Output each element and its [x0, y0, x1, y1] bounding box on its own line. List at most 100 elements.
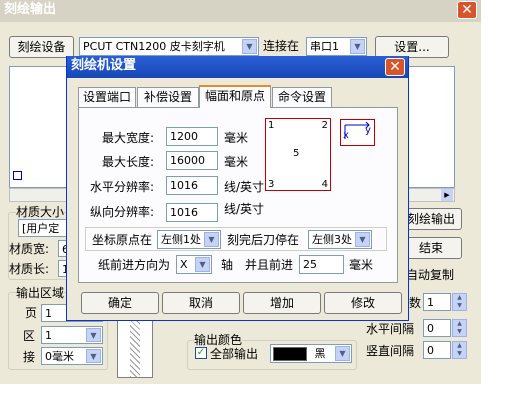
- area-label: 区: [23, 329, 36, 343]
- v-spacing-input[interactable]: 0: [423, 341, 451, 359]
- main-close-button[interactable]: ✕: [457, 1, 477, 19]
- h-spacing-input[interactable]: 0: [423, 319, 451, 337]
- page-label: 页: [25, 306, 38, 320]
- material-length-label: 材质长:: [9, 262, 50, 276]
- chevron-down-icon[interactable]: ▼: [350, 39, 365, 54]
- corner-3: 3: [268, 179, 275, 190]
- v-res-label: 纵向分辨率:: [90, 205, 155, 219]
- max-width-unit: 毫米: [224, 131, 249, 145]
- seam-value: 0毫米: [45, 350, 74, 363]
- origin-label: 坐标原点在: [92, 233, 153, 247]
- dialog-title-bar: 刻绘机设置: [67, 56, 408, 78]
- h-spacing-spinner[interactable]: ▲ ▼: [452, 319, 467, 337]
- feed-dir-value: X: [180, 258, 188, 271]
- v-res-value: 1016: [170, 206, 198, 219]
- color-select[interactable]: 黑 ▼: [270, 344, 352, 363]
- axis-label: 轴: [221, 258, 234, 272]
- device-button[interactable]: 刻绘设备: [9, 36, 74, 58]
- color-swatch: [273, 347, 307, 361]
- modify-button[interactable]: 修改: [324, 292, 402, 314]
- advance-label: 并且前进: [245, 258, 294, 272]
- device-select[interactable]: PCUT CTN1200 皮卡刻字机 ▼: [79, 37, 259, 56]
- area-value: 1: [45, 329, 52, 342]
- chevron-down-icon[interactable]: ▼: [86, 328, 101, 342]
- stop-select[interactable]: 左侧3处 ▼: [308, 230, 372, 249]
- max-width-input[interactable]: 1200: [166, 127, 218, 146]
- h-res-unit: 线/英寸: [224, 180, 265, 194]
- h-res-input[interactable]: 1016: [166, 176, 218, 195]
- v-spacing-spinner[interactable]: ▲ ▼: [452, 341, 467, 359]
- axis-y-label: y: [365, 125, 371, 136]
- max-length-unit: 毫米: [224, 155, 249, 169]
- copies-spinner[interactable]: ▲ ▼: [452, 293, 467, 311]
- chevron-down-icon[interactable]: ▼: [242, 39, 257, 54]
- auto-copy-label[interactable]: 自动复制: [406, 268, 454, 282]
- hatched-preview: [117, 316, 153, 378]
- seam-select[interactable]: 0毫米 ▼: [41, 347, 103, 365]
- cancel-button[interactable]: 取消: [162, 292, 240, 314]
- max-width-label: 最大宽度:: [102, 131, 155, 145]
- material-select[interactable]: [用户定: [18, 219, 70, 237]
- material-group-title: 材质大小: [16, 205, 65, 219]
- h-res-label: 水平分辨率:: [90, 180, 155, 194]
- v-spacing-value: 0: [427, 344, 434, 357]
- advance-unit: 毫米: [349, 258, 374, 272]
- advance-value: 25: [303, 258, 317, 271]
- axis-x-label: x: [343, 130, 349, 141]
- all-output-checkbox[interactable]: ✓: [195, 347, 207, 359]
- corner-diagram: 1 2 3 4 5: [265, 118, 331, 191]
- v-spacing-label: 竖直间隔: [366, 344, 415, 358]
- v-res-unit: 线/英寸: [224, 202, 265, 216]
- settings-button[interactable]: 设置...: [375, 36, 449, 58]
- chevron-down-icon[interactable]: ▼: [355, 232, 370, 247]
- scroll-right-icon[interactable]: ▶: [441, 189, 453, 201]
- corner-2: 2: [321, 120, 328, 131]
- engrave-output-button[interactable]: 刻绘输出: [400, 208, 462, 230]
- chevron-down-icon[interactable]: ▼: [204, 232, 219, 247]
- max-length-label: 最大长度:: [102, 155, 155, 169]
- main-title: 刻绘输出: [4, 2, 57, 17]
- chevron-down-icon[interactable]: ▼: [335, 346, 350, 361]
- advance-input[interactable]: 25: [299, 255, 344, 274]
- tab-compensation[interactable]: 补偿设置: [137, 87, 199, 107]
- feed-dir-select[interactable]: X ▼: [176, 255, 212, 274]
- chevron-down-icon[interactable]: ▼: [86, 349, 101, 363]
- feed-dir-label: 纸前进方向为: [98, 258, 171, 272]
- dialog-title: 刻绘机设置: [71, 58, 137, 73]
- area-select[interactable]: 1 ▼: [41, 326, 103, 344]
- output-area-group-title: 输出区域: [16, 286, 65, 300]
- corner-4: 4: [321, 179, 328, 190]
- output-color-group-title: 输出颜色: [194, 333, 243, 347]
- connect-label: 连接在: [263, 39, 300, 53]
- stop-label: 刻完后刀停在: [227, 233, 300, 247]
- axis-preview: x y: [340, 119, 375, 146]
- max-length-input[interactable]: 16000: [166, 151, 218, 170]
- origin-select[interactable]: 左侧1处 ▼: [157, 230, 221, 249]
- copies-label: 数: [409, 296, 422, 310]
- chevron-down-icon[interactable]: ▼: [195, 257, 210, 272]
- copies-input[interactable]: 1: [423, 293, 451, 311]
- device-select-value: PCUT CTN1200 皮卡刻字机: [83, 40, 225, 53]
- main-title-bar: 刻绘输出: [0, 0, 481, 22]
- seam-label: 接: [23, 350, 36, 364]
- end-button[interactable]: 结束: [400, 237, 462, 259]
- confirm-button[interactable]: 确定: [81, 292, 159, 314]
- dialog-close-button[interactable]: ✕: [385, 58, 405, 76]
- tab-size-origin[interactable]: 幅面和原点: [199, 85, 271, 108]
- origin-select-value: 左侧1处: [161, 233, 201, 246]
- settings-dialog: 刻绘机设置 ✕ 设置端口 补偿设置 幅面和原点 命令设置 最大宽度: 1200 …: [66, 56, 409, 321]
- v-res-input[interactable]: 1016: [166, 203, 218, 222]
- h-res-value: 1016: [170, 179, 198, 192]
- port-select[interactable]: 串口1 ▼: [306, 37, 367, 56]
- close-icon: ✕: [389, 59, 401, 75]
- page-value: 1: [45, 307, 52, 320]
- h-spacing-value: 0: [427, 322, 434, 335]
- max-length-value: 16000: [170, 154, 205, 167]
- origin-marker: [13, 171, 22, 180]
- add-button[interactable]: 增加: [243, 292, 321, 314]
- material-select-value: [用户定: [22, 222, 60, 235]
- tab-command[interactable]: 命令设置: [272, 87, 332, 107]
- material-width-label: 材质宽:: [9, 242, 50, 256]
- tab-port[interactable]: 设置端口: [78, 87, 136, 107]
- color-select-value: 黑: [314, 347, 326, 360]
